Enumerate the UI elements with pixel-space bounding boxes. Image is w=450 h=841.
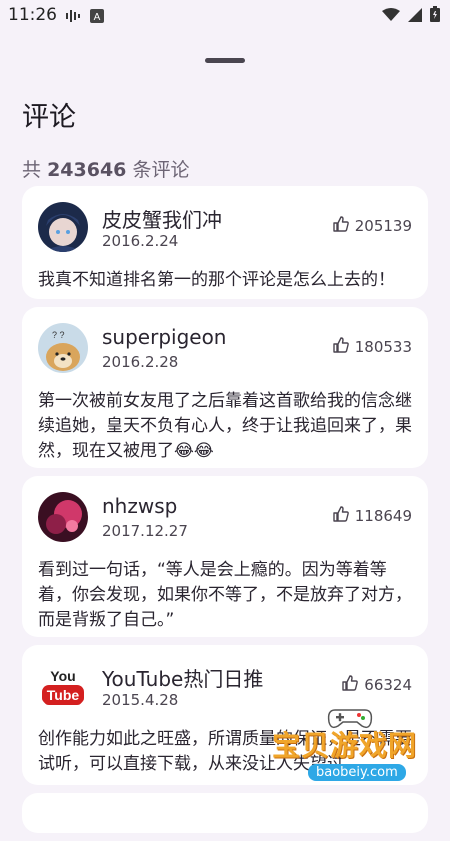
svg-text:? ?: ? ? [52,330,65,340]
like-count: 66324 [364,676,412,694]
doge-avatar-icon[interactable]: ? ? [38,323,88,373]
sheet-title: 评论 [22,102,76,133]
svg-text:Tube: Tube [47,687,80,703]
svg-text:A: A [94,12,101,23]
watermark-url: baobeiy.com [308,764,406,781]
anime-avatar-icon[interactable] [38,202,88,252]
count-value: 243646 [47,159,127,181]
comment-card[interactable]: ? ? superpigeon 2016.2.28 180533 第一次被前女友… [22,307,428,468]
like-button[interactable]: 118649 [333,506,412,526]
comment-card[interactable] [22,793,428,833]
thumbs-up-icon [333,337,349,357]
watermark-logo: 宝贝游戏网 baobeiy.com [272,706,432,790]
comment-date: 2017.12.27 [102,522,188,540]
thumbs-up-icon [342,675,359,695]
thumbs-up-icon [333,216,349,236]
status-bar: 11:26 A [0,0,450,32]
comment-username[interactable]: nhzwsp [102,494,177,518]
signal-icon [408,7,422,26]
comment-date: 2016.2.24 [102,232,179,250]
audio-bars-icon [66,8,80,27]
comment-card[interactable]: 皮皮蟹我们冲 2016.2.24 205139 我真不知道排名第一的那个评论是怎… [22,186,428,299]
pink-avatar-icon[interactable] [38,492,88,542]
comment-username[interactable]: YouTube热门日推 [102,663,263,692]
watermark-text: 宝贝游戏网 [272,729,418,762]
thumbs-up-icon [333,506,349,526]
count-prefix: 共 [22,159,42,181]
sheet-drag-handle[interactable] [205,58,245,63]
text-app-icon: A [90,8,104,27]
comment-date: 2015.4.28 [102,691,179,709]
comment-text: 我真不知道排名第一的那个评论是怎么上去的！ [38,270,395,290]
wifi-icon [382,7,400,26]
like-button[interactable]: 205139 [333,216,412,236]
count-suffix: 条评论 [132,159,190,181]
like-count: 118649 [354,507,412,525]
svg-text:You: You [50,668,75,684]
status-time: 11:26 [8,5,57,25]
like-count: 180533 [354,338,412,356]
comment-date: 2016.2.28 [102,353,179,371]
comment-username[interactable]: superpigeon [102,325,226,349]
comment-username[interactable]: 皮皮蟹我们冲 [102,204,222,233]
comment-count: 共 243646 条评论 [22,155,189,182]
comment-text: 第一次被前女友甩了之后靠着这首歌给我的信念继续追她，皇天不负有心人，终于让我追回… [38,391,412,461]
like-count: 205139 [354,217,412,235]
youtube-logo-icon[interactable]: You Tube [38,661,88,711]
comment-card[interactable]: nhzwsp 2017.12.27 118649 看到过一句话，“等人是会上瘾的… [22,476,428,637]
comment-text: 看到过一句话，“等人是会上瘾的。因为等着等着，你会发现，如果你不等了，不是放弃了… [38,560,412,630]
like-button[interactable]: 180533 [333,337,412,357]
like-button[interactable]: 66324 [342,675,412,695]
battery-icon [430,6,440,26]
